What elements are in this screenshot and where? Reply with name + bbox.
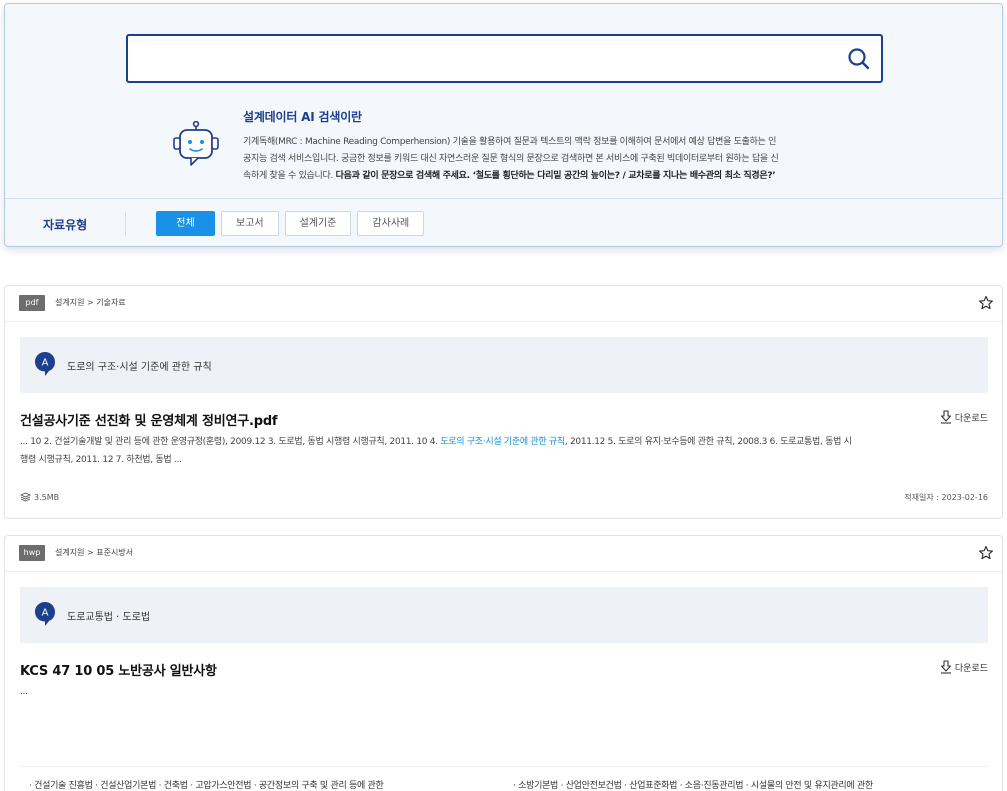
ai-info-description: 기계독해(MRC : Machine Reading Comperhension… <box>243 137 779 181</box>
answer-box: A 도로교통법 · 도로법 <box>20 587 988 643</box>
card-header: pdf 설계지원 > 기술자료 <box>5 286 1002 322</box>
ai-info: 설계데이터 AI 검색이란 기계독해(MRC : Machine Reading… <box>243 108 843 185</box>
ai-info-example: 다음과 같이 문장으로 검색해 주세요. ‘철도를 횡단하는 다리밑 공간의 높… <box>335 171 776 181</box>
document-snippet: ... <box>20 687 28 697</box>
tab-report[interactable]: 보고서 <box>221 211 279 236</box>
download-icon <box>940 660 951 674</box>
search-panel: 설계데이터 AI 검색이란 기계독해(MRC : Machine Reading… <box>4 3 1003 247</box>
svg-text:A: A <box>42 358 49 369</box>
breadcrumb: 설계지원 > 표준시방서 <box>55 548 134 557</box>
document-title[interactable]: KCS 47 10 05 노반공사 일반사항 <box>20 660 217 679</box>
card-header: hwp 설계지원 > 표준시방서 <box>5 536 1002 572</box>
robot-icon <box>173 121 219 166</box>
filter-tabs: 전체 보고서 설계기준 감사사례 <box>156 211 425 236</box>
search-icon[interactable] <box>845 45 873 73</box>
file-type-badge: pdf <box>19 295 45 311</box>
file-type-badge: hwp <box>19 545 45 561</box>
related-laws-right: · 소방기본법 · 산업안전보건법 · 산업표준화법 · 소음·진동관리법 · … <box>513 781 873 791</box>
ai-info-title: 설계데이터 AI 검색이란 <box>243 110 362 124</box>
download-button[interactable]: 다운로드 <box>940 410 988 424</box>
filter-label: 자료유형 <box>43 218 88 232</box>
breadcrumb: 설계지원 > 기술자료 <box>55 298 126 307</box>
answer-box: A 도로의 구조·시설 기준에 관한 규칙 <box>20 337 988 393</box>
document-snippet: ... 10 2. 건설기술개발 및 관리 등에 관한 운영규정(훈령), 20… <box>20 437 852 465</box>
filter-separator <box>125 212 126 236</box>
answer-badge-icon: A <box>35 352 55 376</box>
search-box <box>126 34 883 83</box>
star-icon[interactable] <box>978 295 994 311</box>
upload-date: 적재일자 : 2023-02-16 <box>904 493 988 502</box>
result-card: pdf 설계지원 > 기술자료 A 도로의 구조·시설 기준에 관한 규칙 건설… <box>4 285 1003 519</box>
star-icon[interactable] <box>978 545 994 561</box>
tab-all[interactable]: 전체 <box>156 211 215 236</box>
answer-text: 도로교통법 · 도로법 <box>67 612 151 623</box>
answer-text: 도로의 구조·시설 기준에 관한 규칙 <box>67 362 212 373</box>
tab-design-standard[interactable]: 설계기준 <box>284 211 352 236</box>
answer-badge-icon: A <box>35 602 55 626</box>
panel-divider <box>5 198 1002 199</box>
download-icon <box>940 410 951 424</box>
tab-audit-case[interactable]: 감사사례 <box>357 211 425 236</box>
download-button[interactable]: 다운로드 <box>940 660 988 674</box>
file-size: 3.5MB <box>20 492 59 502</box>
layers-icon <box>20 492 31 502</box>
related-laws-left: · 건설기술 진흥법 · 건설산업기본법 · 건축법 · 고압가스안전법 · 공… <box>29 781 384 791</box>
search-input[interactable] <box>140 44 820 73</box>
result-card: hwp 설계지원 > 표준시방서 A 도로교통법 · 도로법 KCS 47 10… <box>4 535 1003 791</box>
snippet-highlight: 도로의 구조·시설 기준에 관한 규칙 <box>440 437 565 447</box>
law-divider <box>20 766 988 767</box>
document-title[interactable]: 건설공사기준 선진화 및 운영체계 정비연구.pdf <box>20 410 278 429</box>
svg-text:A: A <box>42 608 49 619</box>
